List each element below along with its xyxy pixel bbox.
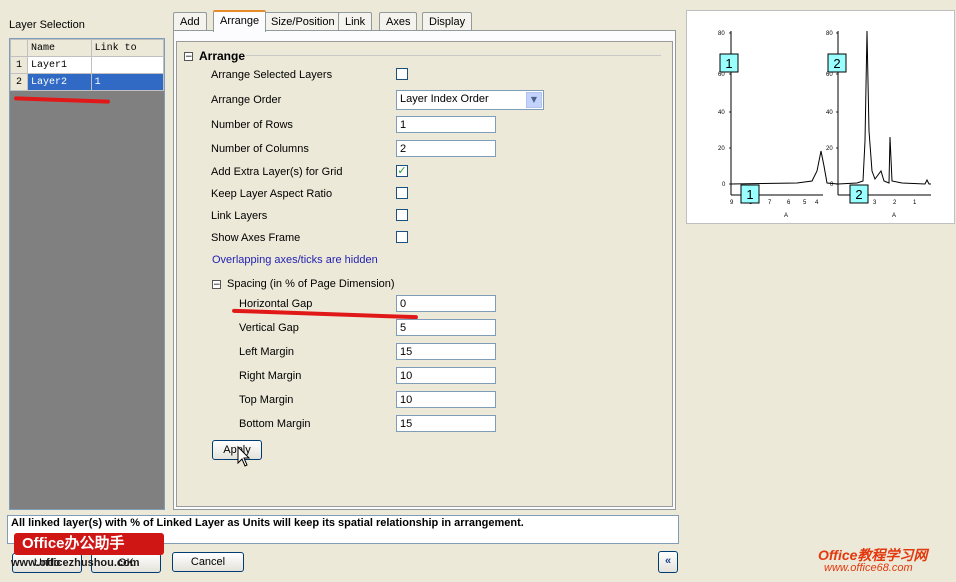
row-index: 2 [10, 73, 28, 91]
y-tick: 20 [718, 146, 725, 152]
x-tick: 2 [893, 200, 897, 206]
columns-label: Number of Columns [211, 143, 309, 155]
row-index: 1 [10, 56, 28, 74]
tab-arrange[interactable]: Arrange [213, 10, 267, 32]
y-tick: 80 [826, 31, 833, 37]
top-margin-input[interactable]: 10 [396, 391, 496, 408]
bottom-margin-input[interactable]: 15 [396, 415, 496, 432]
layer1-bottom-badge: 1 [746, 187, 753, 202]
x-tick: 9 [730, 200, 734, 206]
chevron-down-icon[interactable]: ▼ [526, 92, 542, 108]
y-tick: 40 [826, 110, 833, 116]
right-margin-label: Right Margin [239, 370, 302, 382]
cancel-button[interactable]: Cancel [172, 552, 244, 572]
y-tick: 40 [718, 110, 725, 116]
link-layers-label: Link Layers [211, 210, 268, 222]
arrange-selected-checkbox[interactable] [396, 68, 408, 80]
top-margin-label: Top Margin [239, 394, 294, 406]
table-header-index [10, 39, 28, 57]
spacing-header: Spacing (in % of Page Dimension) [227, 278, 395, 290]
x-axis-label: A [784, 213, 788, 219]
tab-display[interactable]: Display [422, 12, 473, 30]
arrange-group [176, 41, 673, 507]
preview-background [686, 224, 955, 582]
arrange-order-select[interactable]: Layer Index Order ▼ [396, 90, 544, 110]
layer-name-cell[interactable]: Layer1 [27, 56, 92, 74]
x-tick: 6 [787, 200, 791, 206]
spectrum-line-2 [837, 30, 931, 185]
x-tick: 4 [815, 200, 819, 206]
x-tick: 1 [913, 200, 917, 206]
link-to-cell[interactable] [90, 56, 165, 74]
tab-link[interactable]: Link [338, 12, 373, 30]
table-row[interactable]: 1 Layer1 [10, 56, 165, 74]
y-tick: 60 [718, 72, 725, 78]
vertical-gap-input[interactable]: 5 [396, 319, 496, 336]
right-margin-input[interactable]: 10 [396, 367, 496, 384]
arrange-header: Arrange [199, 49, 246, 63]
rows-input[interactable]: 1 [396, 116, 496, 133]
aspect-ratio-checkbox[interactable] [396, 187, 408, 199]
vertical-gap-label: Vertical Gap [239, 322, 299, 334]
spacing-collapse-icon[interactable]: − [212, 280, 221, 290]
y-tick: 80 [718, 31, 725, 37]
preview-graph: 80 60 40 20 0 80 60 40 20 0 9 8 7 6 5 4 … [718, 30, 931, 219]
x-tick: 5 [803, 200, 807, 206]
watermark-url-right: www.office68.com [824, 562, 913, 574]
extra-layers-checkbox[interactable]: ✓ [396, 165, 408, 177]
arrange-order-value: Layer Index Order [400, 93, 489, 105]
show-axes-frame-label: Show Axes Frame [211, 232, 301, 244]
layer2-badge: 2 [833, 56, 840, 71]
layer1-badge: 1 [725, 56, 732, 71]
tab-size-position[interactable]: Size/Position [264, 12, 342, 30]
spectrum-line-1 [730, 150, 839, 185]
preview-panel: 80 60 40 20 0 80 60 40 20 0 9 8 7 6 5 4 … [686, 10, 955, 224]
horizontal-gap-input[interactable]: 0 [396, 295, 496, 312]
x-tick: 7 [768, 200, 772, 206]
red-scribble [13, 96, 111, 104]
x-tick: 3 [873, 200, 877, 206]
link-to-cell[interactable]: 1 [90, 73, 165, 91]
show-axes-frame-checkbox[interactable] [396, 231, 408, 243]
extra-layers-label: Add Extra Layer(s) for Grid [211, 166, 343, 178]
table-row-selected[interactable]: 2 Layer2 1 [10, 73, 165, 91]
left-margin-input[interactable]: 15 [396, 343, 496, 360]
overlap-note: Overlapping axes/ticks are hidden [212, 254, 378, 266]
left-margin-label: Left Margin [239, 346, 295, 358]
aspect-ratio-label: Keep Layer Aspect Ratio [211, 188, 333, 200]
y-tick: 0 [722, 182, 726, 188]
tab-axes[interactable]: Axes [379, 12, 418, 30]
collapse-preview-button[interactable]: « [658, 551, 678, 573]
y-tick: 60 [826, 72, 833, 78]
layer2-bottom-badge: 2 [855, 187, 862, 202]
y-tick: 20 [826, 146, 833, 152]
x-axis-label: A [892, 213, 896, 219]
arrange-collapse-icon[interactable]: − [184, 52, 193, 62]
columns-input[interactable]: 2 [396, 140, 496, 157]
arrange-selected-label: Arrange Selected Layers [211, 69, 333, 81]
bottom-margin-label: Bottom Margin [239, 418, 311, 430]
arrange-order-label: Arrange Order [211, 94, 282, 106]
layer-selection-title: Layer Selection [9, 19, 85, 31]
layer-selection-list[interactable]: Name Link to 1 Layer1 2 Layer2 1 [9, 38, 165, 510]
link-layers-checkbox[interactable] [396, 209, 408, 221]
layer-name-cell[interactable]: Layer2 [27, 73, 92, 91]
table-header-link[interactable]: Link to [90, 39, 165, 57]
watermark-logo: Office办公助手 [14, 533, 164, 555]
watermark-url: www.officezhushou.com [11, 557, 140, 569]
tab-add[interactable]: Add [173, 12, 207, 30]
table-header-name[interactable]: Name [27, 39, 92, 57]
header-divider [246, 55, 661, 56]
layer-table: Name Link to 1 Layer1 2 Layer2 1 [10, 39, 165, 91]
rows-label: Number of Rows [211, 119, 293, 131]
horizontal-gap-label: Horizontal Gap [239, 298, 313, 310]
mouse-cursor-icon [237, 446, 251, 467]
